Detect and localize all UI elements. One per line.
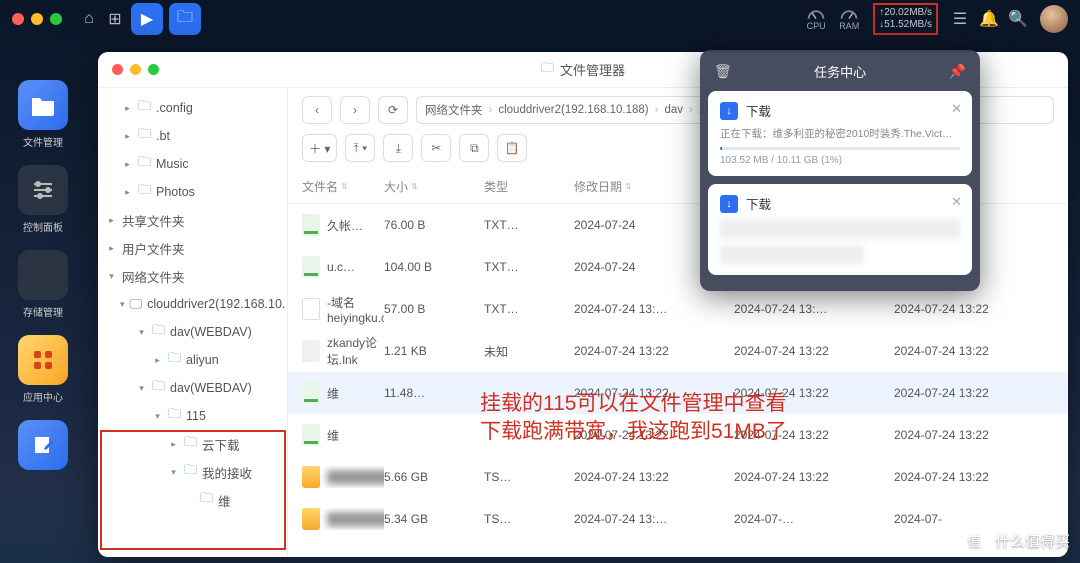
nav-forward-button[interactable]: › (340, 96, 370, 124)
file-icon (302, 424, 320, 446)
table-row[interactable]: 维11.48…2024-07-24 13:222024-07-24 13:222… (288, 372, 1068, 414)
tree-photos[interactable]: ▸🗀Photos (98, 178, 287, 206)
watermark: 值 什么值得买 (959, 525, 1070, 555)
task-delete-icon[interactable]: 🗑 (714, 63, 732, 80)
file-icon (302, 214, 320, 236)
task-card[interactable]: ↓下载 ✕ 正在下载：维多利亚的秘密2010时装秀.The.Vict… 103.… (708, 91, 972, 176)
system-side-dock: 文件管理 控制面板 存储管理 应用中心 (0, 80, 86, 470)
copy-button[interactable]: ⧉ (459, 134, 489, 162)
file-icon (302, 466, 320, 488)
app-tile-control[interactable]: 控制面板 (18, 165, 68, 234)
tree-shared[interactable]: ▸共享文件夹 (98, 206, 287, 234)
search-icon[interactable]: 🔍 (1005, 6, 1031, 32)
app-tile-editor[interactable] (18, 420, 68, 470)
fm-traffic-lights[interactable] (112, 64, 159, 75)
file-icon (302, 382, 320, 404)
home-icon[interactable]: ⌂ (76, 6, 102, 32)
col-name[interactable]: 文件名⇅ (302, 178, 384, 195)
file-icon (302, 340, 320, 362)
user-avatar[interactable] (1040, 5, 1068, 33)
table-row[interactable]: -域名heiyingku.c…57.00 BTXT…2024-07-24 13:… (288, 288, 1068, 330)
nav-back-button[interactable]: ‹ (302, 96, 332, 124)
table-row[interactable]: 维2024-07-24 13:222024-07-24 13:222024-07… (288, 414, 1068, 456)
table-row[interactable]: ████████5.66 GBTS…2024-07-24 13:222024-0… (288, 456, 1068, 498)
fm-title-text: 文件管理器 (560, 60, 625, 79)
file-icon (302, 508, 320, 530)
cut-button[interactable]: ✂ (421, 134, 451, 162)
task-center-panel: 🗑 任务中心 📌 ↓下载 ✕ 正在下载：维多利亚的秘密2010时装秀.The.V… (700, 50, 980, 291)
tree-config[interactable]: ▸🗀.config (98, 94, 287, 122)
col-type[interactable]: 类型 (484, 178, 574, 195)
close-icon[interactable]: ✕ (951, 101, 962, 117)
table-row[interactable]: zkandy论坛.lnk1.21 KB未知2024-07-24 13:22202… (288, 330, 1068, 372)
tree-network[interactable]: ▾网络文件夹 (98, 262, 287, 290)
tree-aliyun[interactable]: ▸🗀aliyun (98, 346, 287, 374)
paste-button[interactable]: 📋 (497, 134, 527, 162)
cpu-meter: CPU (801, 7, 831, 31)
app-tile-appcenter[interactable]: 应用中心 (18, 335, 68, 404)
bell-icon[interactable]: 🔔 (976, 6, 1002, 32)
col-size[interactable]: 大小⇅ (384, 178, 484, 195)
tree-115[interactable]: ▾🗀115 (98, 402, 287, 430)
dock-player-icon[interactable]: ▶ (131, 3, 163, 35)
progress-bar (720, 147, 960, 150)
tree-recv[interactable]: ▾🗀我的接收 (98, 458, 287, 486)
tree-dav-a[interactable]: ▾🗀dav(WEBDAV) (98, 318, 287, 346)
file-icon (302, 298, 320, 320)
apps-grid-icon[interactable]: ⊞ (102, 6, 128, 32)
task-card[interactable]: ↓下载 ✕ (708, 184, 972, 275)
app-tile-files[interactable]: 文件管理 (18, 80, 68, 149)
close-icon[interactable]: ✕ (951, 194, 962, 210)
fm-sidebar-tree[interactable]: ▸🗀.config ▸🗀.bt ▸🗀Music ▸🗀Photos ▸共享文件夹 … (98, 88, 288, 557)
file-icon (302, 256, 320, 278)
tree-yun[interactable]: ▸🗀云下载 (98, 430, 287, 458)
task-title: 任务中心 (732, 62, 949, 81)
upload-button[interactable]: ⤒ ▾ (345, 134, 375, 162)
app-tile-storage[interactable]: 存储管理 (18, 250, 68, 319)
tree-clouddriver[interactable]: ▾🖵clouddriver2(192.168.10.… (98, 290, 287, 318)
add-button[interactable]: ＋ ▾ (302, 134, 337, 162)
menu-icon[interactable]: ☰ (947, 6, 973, 32)
tree-dav-b[interactable]: ▾🗀dav(WEBDAV) (98, 374, 287, 402)
tree-bt[interactable]: ▸🗀.bt (98, 122, 287, 150)
tree-wei[interactable]: 🗀维 (98, 486, 287, 514)
nav-refresh-button[interactable]: ⟳ (378, 96, 408, 124)
download-button[interactable]: ⤓ (383, 134, 413, 162)
table-row[interactable]: ████████5.34 GBTS…2024-07-24 13:…2024-07… (288, 498, 1068, 540)
tree-user[interactable]: ▸用户文件夹 (98, 234, 287, 262)
download-icon: ↓ (720, 195, 738, 213)
window-traffic-lights[interactable] (12, 13, 62, 25)
tree-music[interactable]: ▸🗀Music (98, 150, 287, 178)
dock-files-icon[interactable]: 🗀 (169, 3, 201, 35)
folder-icon: 🗀 (541, 59, 554, 81)
ram-meter: RAM (834, 7, 864, 31)
network-speed-indicator: ↑20.02MB/s ↓51.52MB/s (873, 3, 938, 35)
system-top-bar: ⌂ ⊞ ▶ 🗀 CPU RAM ↑20.02MB/s ↓51.52MB/s ☰ … (0, 0, 1080, 38)
download-icon: ↓ (720, 102, 738, 120)
task-pin-icon[interactable]: 📌 (949, 63, 966, 80)
